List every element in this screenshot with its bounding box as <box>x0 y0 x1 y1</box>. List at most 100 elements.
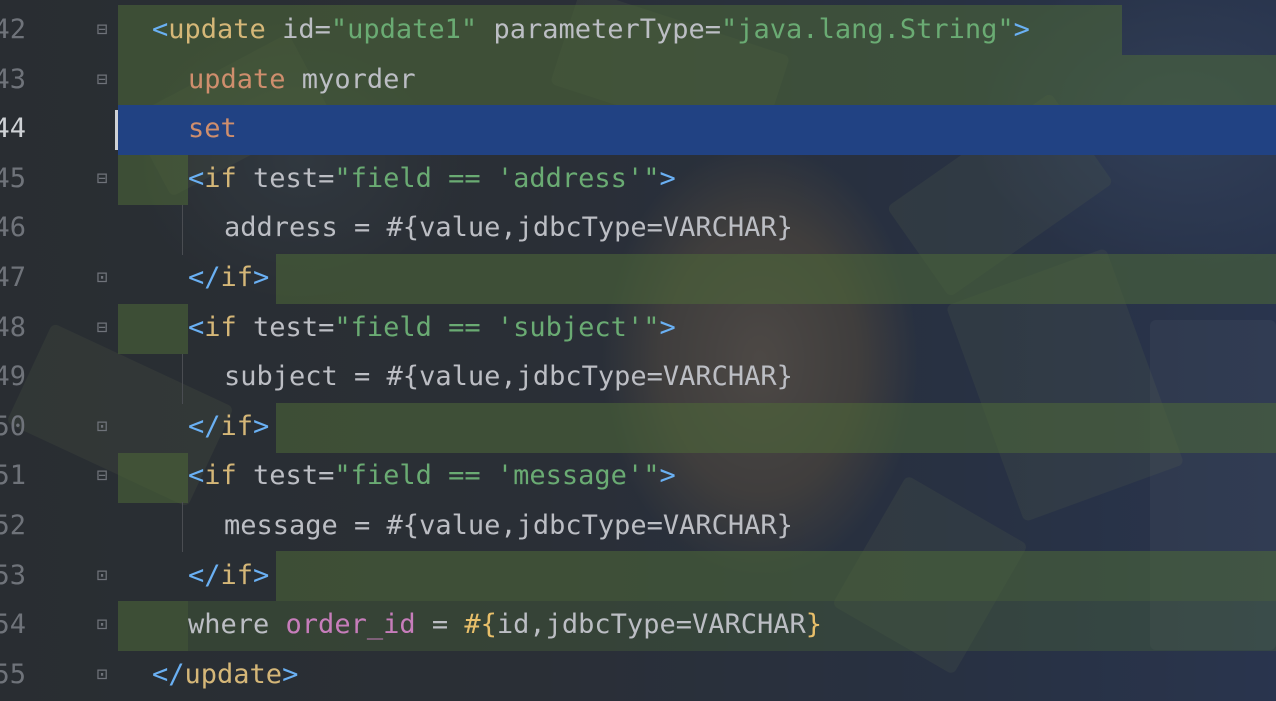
line-number: 49 <box>0 361 26 393</box>
line-number: 53 <box>0 559 26 591</box>
code-line[interactable]: 53 ⊡ </if> <box>0 551 1276 601</box>
code-text[interactable]: update myorder <box>188 55 416 105</box>
code-token: id,jdbcType=VARCHAR <box>496 609 806 641</box>
code-token: "update1" <box>330 14 478 45</box>
fold-marker-icon[interactable]: ⊡ <box>91 266 113 290</box>
code-editor[interactable]: 42 ⊟ <update id="update1" parameterType="j… <box>0 0 1276 701</box>
code-line[interactable]: 50 ⊡ </if> <box>0 402 1276 452</box>
code-token: = <box>704 14 722 45</box>
code-token: > <box>659 162 676 194</box>
code-text[interactable]: </update> <box>152 650 298 700</box>
code-token: </ <box>188 410 221 442</box>
code-token: test <box>253 460 319 492</box>
code-line[interactable]: 46 address = #{value,jdbcType=VARCHAR} <box>0 203 1276 253</box>
code-line[interactable]: 47 ⊡ </if> <box>0 253 1276 303</box>
code-token: > <box>282 658 299 690</box>
code-token: myorder <box>285 63 416 95</box>
fold-marker-icon[interactable]: ⊟ <box>91 18 113 42</box>
code-token: parameterType <box>493 14 705 45</box>
code-text[interactable]: <if test="field == 'message'"> <box>188 451 676 501</box>
code-token: < <box>152 14 169 45</box>
code-text[interactable]: where order_id = #{id,jdbcType=VARCHAR} <box>188 600 822 650</box>
code-line[interactable]: 42 ⊟ <update id="update1" parameterType="j… <box>0 5 1276 55</box>
code-line[interactable]: 49 subject = #{value,jdbcType=VARCHAR} <box>0 352 1276 402</box>
line-number: 47 <box>0 262 26 293</box>
line-number: 54 <box>0 609 26 641</box>
code-token: subject = #{value,jdbcType=VARCHAR} <box>224 361 793 393</box>
code-text[interactable]: set <box>188 104 237 154</box>
code-token: > <box>253 410 270 442</box>
code-line[interactable]: 51 ⊟ <if test="field == 'message'"> <box>0 451 1276 501</box>
code-token: > <box>253 262 270 293</box>
fold-marker-icon[interactable]: ⊡ <box>91 415 113 439</box>
code-line[interactable]: 52 message = #{value,jdbcType=VARCHAR} <box>0 501 1276 551</box>
code-text[interactable]: </if> <box>188 402 269 452</box>
code-token: address = #{value,jdbcType=VARCHAR} <box>224 212 793 244</box>
code-token: test <box>253 311 319 343</box>
code-token: = <box>318 460 335 492</box>
code-token: if <box>204 311 237 343</box>
code-token: update <box>188 63 286 95</box>
code-token: } <box>805 609 823 641</box>
line-number: 52 <box>0 510 26 541</box>
code-text[interactable]: message = #{value,jdbcType=VARCHAR} <box>224 501 793 551</box>
code-token: < <box>188 311 205 343</box>
line-number: 48 <box>0 311 26 343</box>
fold-marker-icon[interactable]: ⊟ <box>91 316 113 340</box>
fold-marker-icon[interactable]: ⊡ <box>91 663 113 687</box>
fold-marker-icon[interactable]: ⊟ <box>91 68 113 92</box>
fold-marker-icon[interactable]: ⊟ <box>91 464 113 488</box>
code-token: = <box>314 14 331 45</box>
code-token: "field == 'address'" <box>334 162 660 194</box>
code-text[interactable]: <if test="field == 'address'"> <box>188 154 676 204</box>
line-number: 50 <box>0 410 26 442</box>
code-token: if <box>220 262 254 293</box>
code-token: = <box>318 162 335 194</box>
code-token: if <box>220 410 254 442</box>
code-token: order_id <box>285 609 416 641</box>
code-token: </ <box>152 658 185 690</box>
code-line[interactable]: 44 set <box>0 104 1276 154</box>
code-text[interactable]: subject = #{value,jdbcType=VARCHAR} <box>224 352 793 402</box>
line-number: 42 <box>0 14 26 45</box>
code-text[interactable]: </if> <box>188 551 269 601</box>
code-token: update <box>184 658 283 690</box>
line-number: 51 <box>0 460 26 492</box>
code-line[interactable]: 54 ⊡ where order_id = #{id,jdbcType=VARCHA… <box>0 600 1276 650</box>
code-line[interactable]: 55 ⊡ </update> <box>0 650 1276 700</box>
line-number: 44 <box>0 113 26 145</box>
code-token: "java.lang.String" <box>721 14 1014 45</box>
code-text[interactable]: <update id="update1" parameterType="java… <box>152 5 1030 55</box>
code-token: "field == 'subject'" <box>334 311 660 343</box>
fold-marker-icon[interactable]: ⊟ <box>91 167 113 191</box>
code-token: if <box>220 559 254 591</box>
code-token: </ <box>188 559 221 591</box>
code-token: test <box>253 162 319 194</box>
code-token: > <box>659 460 676 492</box>
code-text[interactable]: </if> <box>188 253 269 303</box>
code-token: < <box>188 162 205 194</box>
line-number: 45 <box>0 162 26 194</box>
fold-marker-icon[interactable]: ⊡ <box>91 564 113 588</box>
code-line[interactable]: 43 ⊟ update myorder <box>0 55 1276 105</box>
line-number: 46 <box>0 212 26 244</box>
code-token: if <box>204 460 237 492</box>
code-text[interactable]: address = #{value,jdbcType=VARCHAR} <box>224 203 793 253</box>
code-token: where <box>188 609 286 641</box>
code-line[interactable]: 45 ⊟ <if test="field == 'address'"> <box>0 154 1276 204</box>
code-token: if <box>204 162 237 194</box>
code-token: > <box>253 559 270 591</box>
code-token: > <box>659 311 676 343</box>
code-token: update <box>168 14 266 45</box>
code-token: > <box>1013 14 1030 45</box>
code-line[interactable]: 48 ⊟ <if test="field == 'subject'"> <box>0 303 1276 353</box>
fold-marker-icon[interactable]: ⊡ <box>91 613 113 637</box>
code-text[interactable]: <if test="field == 'subject'"> <box>188 303 676 353</box>
line-number: 55 <box>0 658 26 690</box>
code-token: #{ <box>464 609 497 641</box>
